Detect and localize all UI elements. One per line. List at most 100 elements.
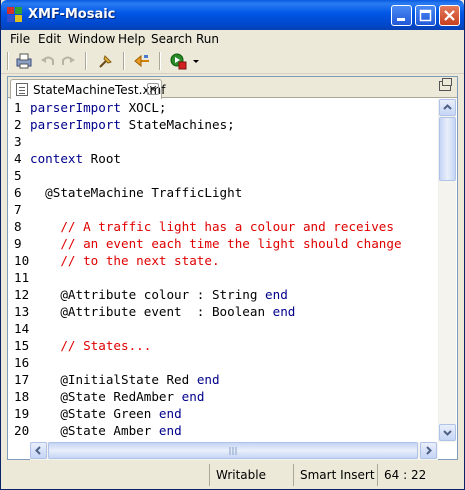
horizontal-scrollbar[interactable] — [30, 442, 438, 460]
code-keyword: end — [265, 287, 288, 302]
line-number: 1 — [14, 100, 22, 115]
status-cursor-position: 64 : 22 — [377, 464, 457, 486]
code-keyword: end — [158, 406, 182, 421]
undo-icon[interactable] — [39, 52, 57, 70]
app-window: XMF-Mosaic File Edit Window Help Search … — [0, 0, 465, 490]
code-line[interactable]: 20 @State Amber end — [8, 422, 182, 439]
xmf-mosaic-app-icon — [7, 7, 23, 23]
line-number: 16 — [14, 355, 30, 370]
code-keyword: parserImport — [30, 117, 121, 132]
code-keyword: parserImport — [30, 100, 121, 115]
menu-edit[interactable]: Edit — [38, 32, 61, 46]
tab-close-icon[interactable]: ✕ — [147, 83, 159, 96]
code-text: XOCL; — [121, 100, 167, 115]
minimize-button[interactable] — [391, 5, 412, 26]
pin-icon[interactable] — [97, 52, 115, 70]
print-icon[interactable] — [15, 52, 33, 70]
line-number: 4 — [14, 151, 22, 166]
code-text: Root — [83, 151, 121, 166]
editor-tab-bar: StateMachineTest.xmf ✕ — [8, 77, 457, 99]
code-comment: // A traffic light has a colour and rece… — [30, 219, 394, 234]
code-line[interactable]: 7 — [8, 201, 30, 218]
toolbar — [1, 48, 464, 74]
line-number: 10 — [14, 253, 30, 268]
code-keyword: end — [181, 389, 205, 404]
code-keyword: end — [196, 372, 220, 387]
chevron-right-icon — [426, 446, 432, 455]
scroll-down-button[interactable] — [439, 424, 456, 441]
toolbar-separator — [7, 52, 9, 70]
code-line[interactable]: 3 — [8, 133, 30, 150]
scroll-right-button[interactable] — [420, 442, 437, 459]
editor-tab[interactable]: StateMachineTest.xmf ✕ — [10, 79, 166, 99]
title-bar[interactable]: XMF-Mosaic — [1, 0, 464, 30]
code-comment: // an event each time the light should c… — [30, 236, 402, 251]
maximize-button[interactable] — [415, 5, 436, 26]
toolbar-separator — [159, 52, 161, 70]
dropdown-arrow-icon[interactable] — [191, 52, 201, 70]
redo-icon[interactable] — [59, 52, 77, 70]
menu-bar: File Edit Window Help Search Run — [1, 30, 464, 48]
scroll-up-button[interactable] — [439, 99, 456, 116]
code-line[interactable]: 17 @InitialState Red end — [8, 371, 220, 388]
vertical-scroll-thumb[interactable] — [439, 117, 456, 181]
code-line[interactable]: 19 @State Green end — [8, 405, 182, 422]
code-line[interactable]: 15 // States... — [8, 337, 151, 354]
run-icon[interactable] — [169, 52, 187, 70]
vertical-scrollbar[interactable] — [438, 99, 456, 442]
close-icon — [444, 10, 455, 21]
code-line[interactable]: 4 context Root — [8, 150, 121, 167]
minimize-icon — [397, 18, 405, 21]
menu-run[interactable]: Run — [196, 32, 219, 46]
line-number: 19 — [14, 406, 30, 421]
window-title: XMF-Mosaic — [28, 7, 116, 22]
code-line[interactable]: 12 @Attribute colour : String end — [8, 286, 288, 303]
code-line[interactable]: 13 @Attribute event : Boolean end — [8, 303, 295, 320]
code-line[interactable]: 14 — [8, 320, 30, 337]
line-number: 18 — [14, 389, 30, 404]
code-line[interactable]: 18 @State RedAmber end — [8, 388, 204, 405]
line-number: 5 — [14, 168, 22, 183]
code-line[interactable]: 16 — [8, 354, 30, 371]
code-line[interactable]: 8 // A traffic light has a colour and re… — [8, 218, 394, 235]
menu-file[interactable]: File — [10, 32, 30, 46]
maximize-icon — [419, 9, 432, 22]
code-line[interactable]: 9 // an event each time the light should… — [8, 235, 402, 252]
editor-tab-label: StateMachineTest.xmf — [33, 83, 166, 97]
horizontal-scroll-thumb[interactable] — [48, 442, 418, 459]
status-bar: Writable Smart Insert 64 : 22 — [1, 462, 464, 488]
code-editor[interactable]: 1 parserImport XOCL; 2 parserImport StateMa… — [8, 99, 438, 442]
back-icon[interactable] — [133, 52, 151, 70]
code-text: @StateMachine TrafficLight — [30, 185, 243, 200]
code-comment: // States... — [30, 338, 152, 353]
code-keyword: end — [272, 304, 296, 319]
line-number: 12 — [14, 287, 30, 302]
menu-help[interactable]: Help — [118, 32, 145, 46]
toolbar-separator — [85, 52, 87, 70]
code-line[interactable]: 6 @StateMachine TrafficLight — [8, 184, 242, 201]
chevron-left-icon — [35, 446, 41, 455]
line-number: 7 — [14, 202, 22, 217]
menu-window[interactable]: Window — [68, 32, 115, 46]
line-number: 14 — [14, 321, 30, 336]
code-line[interactable]: 1 parserImport XOCL; — [8, 99, 167, 116]
code-line[interactable]: 5 — [8, 167, 30, 184]
line-number: 13 — [14, 304, 30, 319]
code-keyword: context — [30, 151, 84, 166]
code-line[interactable]: 11 — [8, 269, 30, 286]
toolbar-separator — [123, 52, 125, 70]
code-keyword: end — [158, 423, 182, 438]
line-number: 17 — [14, 372, 30, 387]
line-number: 9 — [14, 236, 22, 251]
grip-icon — [229, 447, 237, 455]
scroll-left-button[interactable] — [30, 442, 47, 459]
code-text: @Attribute colour : String — [30, 287, 266, 302]
code-line[interactable]: 10 // to the next state. — [8, 252, 220, 269]
maximize-view-icon[interactable] — [439, 78, 452, 91]
line-number: 20 — [14, 423, 30, 438]
close-button[interactable] — [439, 5, 460, 26]
menu-search[interactable]: Search — [151, 32, 192, 46]
line-number: 15 — [14, 338, 30, 353]
code-comment: // to the next state. — [30, 253, 220, 268]
code-line[interactable]: 2 parserImport StateMachines; — [8, 116, 235, 133]
